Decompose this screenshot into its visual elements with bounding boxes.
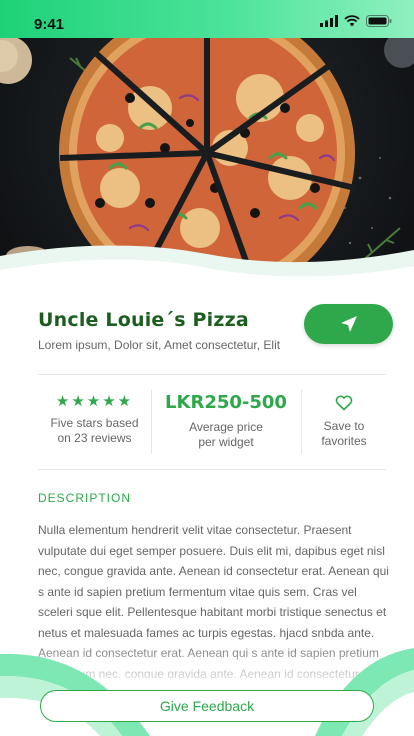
rating-stars: ★★★★★ — [55, 393, 134, 410]
divider-top — [38, 374, 386, 375]
divider-bottom — [38, 469, 386, 470]
give-feedback-button[interactable]: Give Feedback — [40, 690, 374, 722]
restaurant-tagline: Lorem ipsum, Dolor sit, Amet consectetur… — [38, 338, 281, 352]
heart-outline-icon — [335, 395, 353, 411]
description-body: Nulla elementum hendrerit velit vitae co… — [38, 523, 389, 678]
navigation-arrow-icon — [340, 316, 357, 332]
stats-row: ★★★★★ Five stars based on 23 reviews LKR… — [38, 388, 386, 456]
price-line-2: per widget — [198, 435, 254, 449]
rating-line-2: on 23 reviews — [57, 431, 132, 445]
price-range: LKR250-500 — [165, 392, 287, 413]
status-icons — [320, 15, 392, 27]
price-stat: LKR250-500 Average price per widget — [152, 388, 300, 456]
give-feedback-label: Give Feedback — [159, 698, 255, 714]
signal-icon — [320, 15, 338, 27]
wifi-icon — [344, 15, 360, 27]
restaurant-name: Uncle Louie´s Pizza — [38, 309, 249, 331]
status-bar: 9:41 — [0, 0, 414, 38]
navigate-button[interactable] — [304, 304, 393, 344]
favorite-line-2: favorites — [321, 434, 367, 448]
battery-icon — [366, 15, 392, 27]
rating-stat: ★★★★★ Five stars based on 23 reviews — [38, 388, 151, 456]
hero-wave-divider — [0, 245, 414, 306]
status-time: 9:41 — [34, 16, 65, 33]
price-line-1: Average price — [189, 420, 263, 434]
description-heading: DESCRIPTION — [38, 491, 132, 505]
favorite-button[interactable]: Save to favorites — [302, 388, 386, 456]
favorite-line-1: Save to — [323, 419, 365, 433]
rating-line-1: Five stars based — [50, 416, 139, 430]
